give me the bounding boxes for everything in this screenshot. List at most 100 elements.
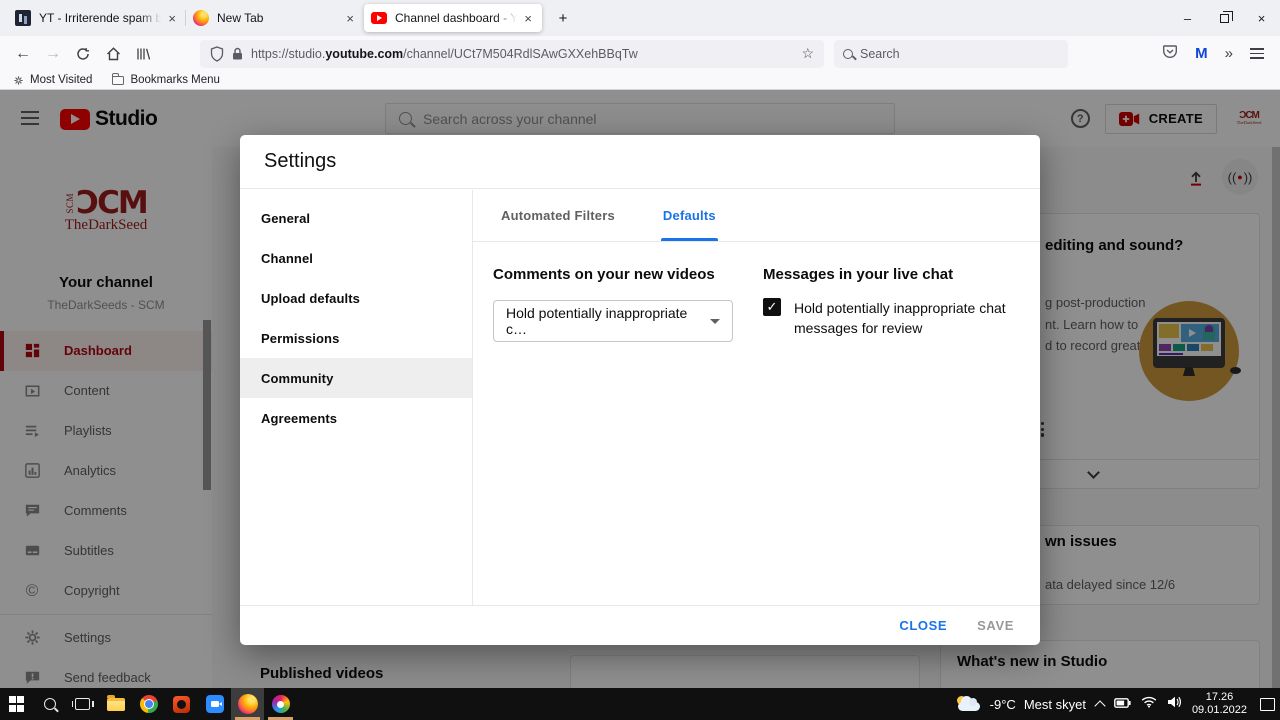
firefox-icon [237, 694, 258, 714]
tray-expand-icon[interactable] [1094, 700, 1106, 712]
folder-icon [106, 694, 125, 711]
live-chat-column: Messages in your live chat ✓ Hold potent… [763, 266, 1013, 342]
save-button[interactable]: SAVE [977, 618, 1014, 633]
tab-new-tab[interactable]: New Tab × [185, 4, 364, 32]
taskbar-search-button[interactable] [33, 688, 66, 720]
weather-cloud-icon [956, 695, 982, 713]
tab-close-icon[interactable]: × [165, 11, 179, 26]
chrome-button[interactable] [132, 688, 165, 720]
dialog-footer: CLOSE SAVE [240, 605, 1040, 645]
checkbox-label-line1: Hold potentially inappropriate chat [794, 300, 1006, 316]
gear-icon [14, 75, 23, 85]
window-controls: – × [1169, 0, 1280, 36]
messages-heading: Messages in your live chat [763, 266, 954, 283]
system-tray: -9°C Mest skyet 17.26 09.01.2022 [956, 688, 1275, 720]
battery-icon[interactable] [1114, 695, 1131, 713]
paint3d-button[interactable] [264, 688, 297, 720]
browser-toolbar: ← → https://studio. youtube.com/channel/U… [0, 36, 1280, 71]
library-icon [136, 48, 150, 60]
minimize-button[interactable]: – [1169, 0, 1206, 36]
tab-close-icon[interactable]: × [343, 11, 357, 26]
overflow-chevrons-icon[interactable]: » [1225, 45, 1233, 62]
reload-icon [77, 47, 89, 60]
settings-nav: General Channel Upload defaults Permissi… [240, 190, 473, 605]
task-view-button[interactable] [66, 688, 99, 720]
office-button[interactable] [165, 688, 198, 720]
settings-nav-permissions[interactable]: Permissions [240, 318, 472, 358]
dialog-title: Settings [240, 135, 1040, 189]
close-button[interactable]: × [1243, 0, 1280, 36]
home-button[interactable] [98, 40, 128, 68]
dialog-body: General Channel Upload defaults Permissi… [240, 190, 1040, 605]
bookmark-label: Most Visited [30, 74, 93, 86]
back-button[interactable]: ← [8, 40, 38, 68]
new-tab-button[interactable]: + [548, 4, 578, 32]
malwarebytes-icon[interactable]: M [1195, 45, 1208, 62]
defaults-panel: Comments on your new videos Hold potenti… [473, 242, 1040, 342]
settings-nav-general[interactable]: General [240, 198, 472, 238]
tab-title: Channel dashboard - YouTube S [395, 11, 518, 25]
task-view-icon [71, 698, 94, 710]
comments-heading: Comments on your new videos [493, 266, 715, 283]
tab-title: New Tab [217, 11, 264, 25]
volume-icon[interactable] [1167, 695, 1182, 713]
start-button[interactable] [0, 688, 33, 720]
browser-search-box[interactable]: Search [834, 39, 1068, 68]
comments-default-dropdown[interactable]: Hold potentially inappropriate c… [493, 300, 733, 342]
search-icon [43, 698, 56, 710]
screen: YT - Irriterende spam boter - Int × New … [0, 0, 1280, 720]
wifi-icon[interactable] [1141, 695, 1157, 713]
checkbox-label-line2: messages for review [794, 320, 923, 336]
tab-defaults[interactable]: Defaults [639, 190, 740, 241]
zoom-icon [205, 695, 224, 713]
browser-search-placeholder: Search [860, 46, 900, 61]
youtube-studio-page: Studio Search across your channel ? CREA… [0, 90, 1280, 688]
library-button[interactable] [128, 40, 158, 68]
bookmarks-bar: Most Visited Bookmarks Menu [0, 71, 1280, 90]
firefox-button[interactable] [231, 688, 264, 720]
settings-nav-agreements[interactable]: Agreements [240, 398, 472, 438]
settings-nav-channel[interactable]: Channel [240, 238, 472, 278]
weather-widget[interactable]: -9°C Mest skyet [956, 695, 1086, 713]
tab-channel-dashboard[interactable]: Channel dashboard - YouTube S × [364, 4, 542, 32]
clock-time: 17.26 [1205, 691, 1234, 703]
toolbar-right-icons: M » [1162, 43, 1272, 64]
checkbox-checked[interactable]: ✓ [763, 298, 781, 316]
paint-icon [271, 695, 290, 713]
office-icon [173, 695, 190, 713]
taskbar-clock[interactable]: 17.26 09.01.2022 [1192, 691, 1247, 717]
home-icon [106, 46, 120, 60]
settings-content: Automated Filters Defaults Comments on y… [473, 190, 1040, 605]
menu-icon[interactable] [1250, 47, 1264, 60]
action-center-icon[interactable] [1260, 697, 1275, 711]
chrome-icon [139, 695, 158, 713]
checkbox-label: Hold potentially inappropriate chat mess… [794, 298, 1006, 338]
reload-button[interactable] [68, 40, 98, 68]
url-domain: youtube.com [325, 46, 404, 61]
windows-taskbar: -9°C Mest skyet 17.26 09.01.2022 [0, 688, 1280, 720]
hold-chat-checkbox-row: ✓ Hold potentially inappropriate chat me… [763, 298, 1013, 338]
close-button[interactable]: CLOSE [899, 618, 947, 633]
weather-temp: -9°C [989, 696, 1016, 712]
restore-button[interactable] [1206, 0, 1243, 36]
dark-page-favicon [15, 10, 31, 26]
url-bar[interactable]: https://studio. youtube.com/channel/UCt7M… [200, 39, 824, 68]
bookmark-menu-folder[interactable]: Bookmarks Menu [112, 73, 220, 86]
bookmark-star-icon[interactable]: ☆ [801, 45, 814, 62]
pocket-icon[interactable] [1162, 43, 1178, 64]
dropdown-value: Hold potentially inappropriate c… [506, 305, 688, 337]
tab-automated-filters[interactable]: Automated Filters [477, 190, 639, 241]
tracking-shield-icon[interactable] [210, 45, 224, 62]
tab-spam-bots[interactable]: YT - Irriterende spam boter - Int × [8, 4, 186, 32]
weather-desc: Mest skyet [1023, 696, 1086, 712]
comments-column: Comments on your new videos Hold potenti… [493, 266, 763, 342]
lock-icon[interactable] [232, 47, 243, 61]
bookmark-most-visited[interactable]: Most Visited [13, 74, 92, 86]
restore-icon [1220, 11, 1233, 23]
file-explorer-button[interactable] [99, 688, 132, 720]
settings-nav-upload-defaults[interactable]: Upload defaults [240, 278, 472, 318]
zoom-button[interactable] [198, 688, 231, 720]
chevron-down-icon [710, 318, 720, 324]
tab-close-icon[interactable]: × [521, 11, 535, 26]
settings-nav-community[interactable]: Community [240, 358, 472, 398]
